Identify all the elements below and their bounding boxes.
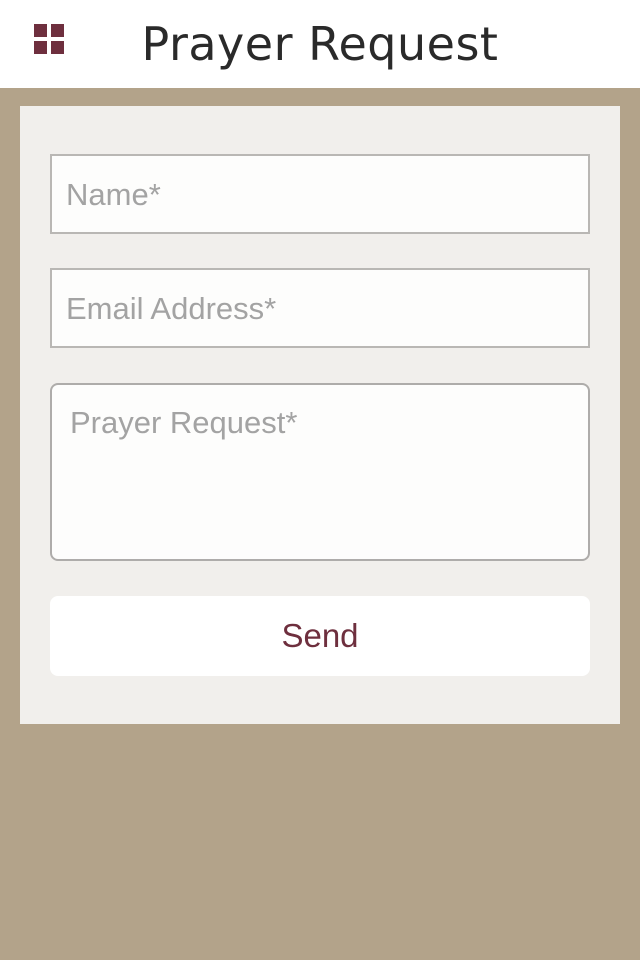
prayer-request-placeholder: Prayer Request* — [70, 405, 298, 440]
name-placeholder: Name* — [66, 177, 161, 212]
send-button[interactable]: Send — [50, 596, 590, 676]
name-field[interactable]: Name* — [50, 154, 590, 234]
email-placeholder: Email Address* — [66, 291, 277, 326]
app-header: Prayer Request — [0, 0, 640, 88]
page-title: Prayer Request — [141, 17, 499, 71]
email-field[interactable]: Email Address* — [50, 268, 590, 348]
prayer-request-field[interactable]: Prayer Request* — [50, 383, 590, 561]
prayer-request-form: Name* Email Address* Prayer Request* Sen… — [20, 106, 620, 724]
